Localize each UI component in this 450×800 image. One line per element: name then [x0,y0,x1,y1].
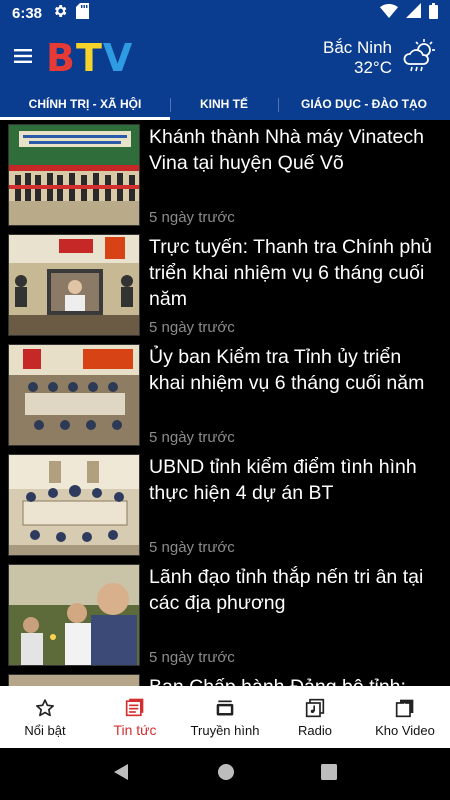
news-item[interactable]: Ủy ban Kiểm tra Tỉnh ủy triển khai nhiệm… [0,340,450,450]
news-time: 5 ngày trước [149,429,235,446]
tab-divider [170,98,171,112]
status-time: 6:38 [12,4,43,22]
news-title: Trực tuyến: Thanh tra Chính phủ triển kh… [149,236,432,310]
news-thumbnail [8,674,140,686]
news-thumbnail [8,234,140,336]
weather-temperature: 32°C [354,58,392,77]
menu-button[interactable] [0,26,46,90]
news-thumbnail [8,564,140,666]
news-title: Khánh thành Nhà máy Vinatech Vina tại hu… [149,126,424,174]
signal-icon [406,3,421,23]
category-tabs: CHÍNH TRỊ - XÃ HỘI KINH TẾ GIÁO DỤC - ĐÀ… [0,90,450,120]
nav-label: Radio [298,722,332,738]
news-thumbnail [8,344,140,446]
news-time: 5 ngày trước [149,649,235,666]
btv-logo[interactable]: B T V [46,26,133,90]
tab-chinh-tri-xa-hoi[interactable]: CHÍNH TRỊ - XÃ HỘI [0,90,170,120]
back-icon[interactable] [113,763,131,786]
recent-apps-icon[interactable] [321,763,337,785]
radio-icon [305,697,325,719]
weather-city: Bắc Ninh [323,37,392,57]
weather-widget[interactable]: Bắc Ninh 32°C [323,38,450,79]
news-thumbnail [8,124,140,226]
nav-tin-tuc[interactable]: Tin tức [90,686,180,748]
nav-radio[interactable]: Radio [270,686,360,748]
battery-icon [429,2,438,24]
tab-kinh-te[interactable]: KINH TẾ [170,90,278,120]
partly-cloudy-rain-icon [402,38,438,79]
nav-noi-bat[interactable]: Nổi bật [0,686,90,748]
news-thumbnail [8,454,140,556]
settings-gear-icon [52,3,68,24]
tab-giao-duc-dao-tao[interactable]: GIÁO DỤC - ĐÀO TẠO [278,90,450,120]
star-icon [35,697,55,719]
tab-divider [278,98,279,112]
sd-card-icon [76,2,90,24]
home-icon[interactable] [217,763,235,786]
news-icon [125,696,145,718]
news-time: 5 ngày trước [149,209,235,226]
nav-label: Tin tức [113,722,157,738]
bottom-navigation: Nổi bật Tin tức Truyền hình Radio Kho Vi… [0,686,450,748]
news-list[interactable]: Khánh thành Nhà máy Vinatech Vina tại hu… [0,120,450,686]
nav-truyen-hinh[interactable]: Truyền hình [180,686,270,748]
news-item[interactable]: UBND tỉnh kiểm điểm tình hình thực hiện … [0,450,450,560]
app-header: B T V Bắc Ninh 32°C [0,26,450,90]
news-title: UBND tỉnh kiểm điểm tình hình thực hiện … [149,456,417,504]
status-bar: 6:38 [0,0,450,26]
hamburger-menu-icon [14,48,32,68]
news-item[interactable]: Ban Chấp hành Đảng bộ tỉnh: [0,670,450,686]
video-library-icon [395,697,415,719]
nav-label: Kho Video [375,722,435,738]
news-title: Ủy ban Kiểm tra Tỉnh ủy triển khai nhiệm… [149,346,425,394]
nav-label: Nổi bật [24,722,66,738]
news-title: Ban Chấp hành Đảng bộ tỉnh: [149,674,442,686]
news-item[interactable]: Khánh thành Nhà máy Vinatech Vina tại hu… [0,120,450,230]
nav-label: Truyền hình [190,722,260,738]
news-item[interactable]: Lãnh đạo tỉnh thắp nến tri ân tại các đị… [0,560,450,670]
system-navigation-bar [0,748,450,800]
news-title: Lãnh đạo tỉnh thắp nến tri ân tại các đị… [149,566,424,614]
wifi-icon [380,3,398,23]
tv-icon [215,697,235,719]
news-time: 5 ngày trước [149,539,235,556]
nav-kho-video[interactable]: Kho Video [360,686,450,748]
news-time: 5 ngày trước [149,319,235,336]
news-item[interactable]: Trực tuyến: Thanh tra Chính phủ triển kh… [0,230,450,340]
